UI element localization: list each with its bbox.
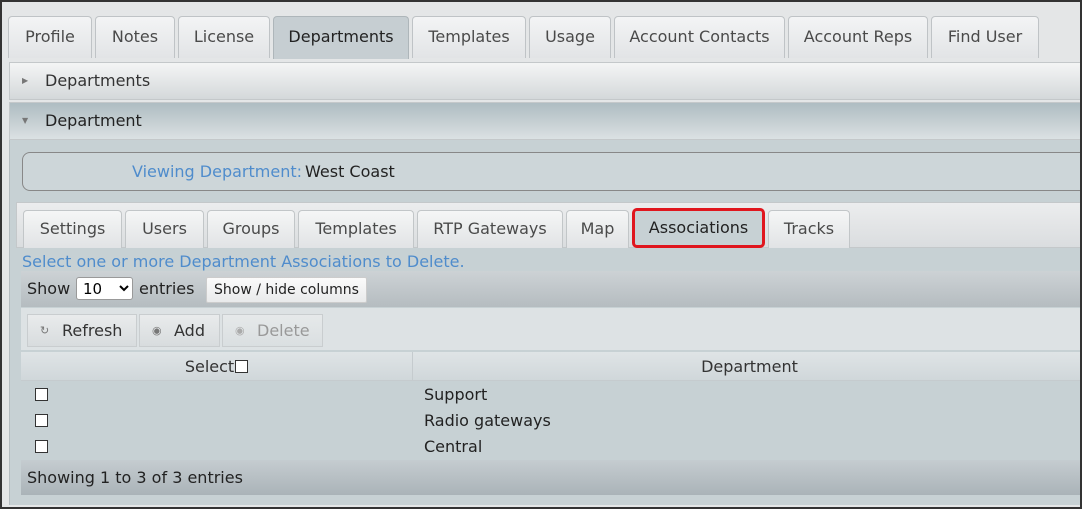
accordion-departments[interactable]: ▶ Departments — [9, 62, 1080, 100]
table-row[interactable]: Central — [21, 434, 1080, 460]
tab-find-user[interactable]: Find User — [931, 16, 1039, 58]
department-column-header[interactable]: Department — [414, 352, 1080, 381]
tab-users[interactable]: Users — [125, 210, 204, 248]
entries-label: entries — [139, 279, 195, 298]
tab-profile[interactable]: Profile — [8, 16, 92, 58]
show-hide-columns-button[interactable]: Show / hide columns — [206, 277, 367, 303]
tab-rtp-gateways[interactable]: RTP Gateways — [417, 210, 563, 248]
department-panel: Viewing Department: West Coast Settings … — [9, 140, 1080, 505]
select-column-label: Select — [184, 357, 235, 376]
row-department: Radio gateways — [424, 411, 551, 430]
select-all-checkbox[interactable] — [235, 360, 249, 373]
tab-tracks[interactable]: Tracks — [768, 210, 850, 248]
refresh-button-label: Refresh — [62, 321, 123, 340]
row-checkbox[interactable] — [35, 388, 48, 401]
action-toolbar: ↻ Refresh ◉ Add ◉ Delete — [21, 308, 1080, 350]
refresh-icon: ↻ — [40, 324, 50, 337]
tab-notes[interactable]: Notes — [95, 16, 175, 58]
show-label: Show — [27, 279, 71, 298]
delete-button[interactable]: ◉ Delete — [222, 314, 323, 347]
tab-templates[interactable]: Templates — [412, 16, 526, 58]
tab-inner-templates[interactable]: Templates — [298, 210, 414, 248]
delete-hint-text: Select one or more Department Associatio… — [22, 252, 465, 271]
viewing-department-value: West Coast — [305, 162, 395, 181]
tab-account-reps[interactable]: Account Reps — [788, 16, 928, 58]
expanded-arrow-icon: ▼ — [22, 116, 29, 125]
top-tab-bar: Profile Notes License Departments Templa… — [2, 2, 1080, 59]
tab-usage[interactable]: Usage — [529, 16, 611, 58]
add-button[interactable]: ◉ Add — [139, 314, 220, 347]
row-checkbox[interactable] — [35, 414, 48, 427]
add-icon: ◉ — [152, 324, 162, 337]
tab-groups[interactable]: Groups — [207, 210, 295, 248]
table-row[interactable]: Support — [21, 382, 1080, 408]
refresh-button[interactable]: ↻ Refresh — [27, 314, 137, 347]
viewing-department-box: Viewing Department: West Coast — [22, 152, 1080, 191]
tab-account-contacts[interactable]: Account Contacts — [614, 16, 785, 58]
tab-map[interactable]: Map — [566, 210, 629, 248]
row-department: Support — [424, 385, 488, 404]
table-row[interactable]: Radio gateways — [21, 408, 1080, 434]
select-column-header[interactable]: Select — [21, 352, 413, 381]
department-tab-bar: Settings Users Groups Templates RTP Gate… — [16, 202, 1080, 248]
delete-icon: ◉ — [235, 324, 245, 337]
app-window: Profile Notes License Departments Templa… — [0, 0, 1082, 509]
row-department: Central — [424, 437, 483, 456]
table-info-footer: Showing 1 to 3 of 3 entries — [21, 460, 1080, 495]
tab-associations[interactable]: Associations — [632, 208, 765, 248]
collapsed-arrow-icon: ▶ — [22, 76, 29, 85]
tab-settings[interactable]: Settings — [23, 210, 122, 248]
accordion-department-label: Department — [45, 111, 142, 130]
add-button-label: Add — [174, 321, 205, 340]
viewing-department-label: Viewing Department: — [132, 162, 303, 181]
page-size-select[interactable]: 10 — [76, 277, 133, 300]
tab-departments[interactable]: Departments — [273, 16, 409, 59]
row-checkbox[interactable] — [35, 440, 48, 453]
accordion-departments-label: Departments — [45, 71, 151, 90]
show-entries-bar: Show 10 entries Show / hide columns — [21, 271, 1080, 307]
delete-button-label: Delete — [257, 321, 310, 340]
table-header: Select Department — [21, 352, 1080, 381]
accordion-department[interactable]: ▼ Department — [9, 102, 1080, 140]
tab-license[interactable]: License — [178, 16, 270, 58]
